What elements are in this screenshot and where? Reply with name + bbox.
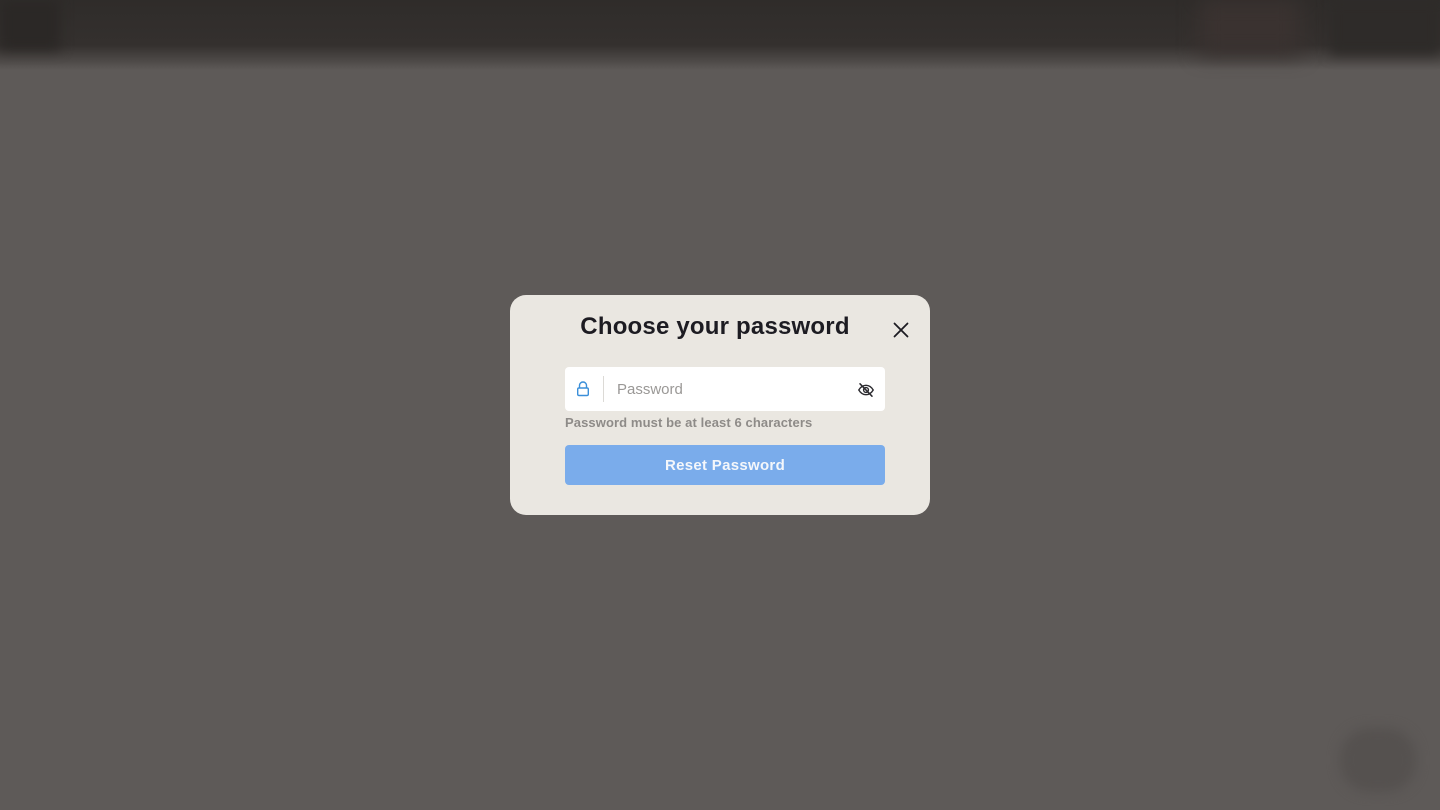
password-input[interactable] — [613, 367, 843, 411]
blurred-logo — [0, 0, 60, 50]
blurred-header-element — [1330, 0, 1440, 55]
field-divider — [603, 376, 604, 402]
close-button[interactable] — [890, 319, 912, 341]
blurred-chat-widget — [1340, 728, 1416, 792]
eye-off-icon[interactable] — [857, 381, 875, 399]
lock-icon — [577, 381, 590, 397]
modal-title-text: Choose your password — [580, 313, 850, 340]
reset-password-button[interactable]: Reset Password — [565, 445, 885, 485]
modal-title: Choose your password — [510, 313, 930, 341]
blurred-header-element — [1200, 0, 1300, 55]
password-hint: Password must be at least 6 characters — [565, 415, 813, 430]
password-modal: Choose your password Password must be at… — [510, 295, 930, 515]
password-field — [565, 367, 885, 411]
close-icon — [893, 322, 909, 338]
